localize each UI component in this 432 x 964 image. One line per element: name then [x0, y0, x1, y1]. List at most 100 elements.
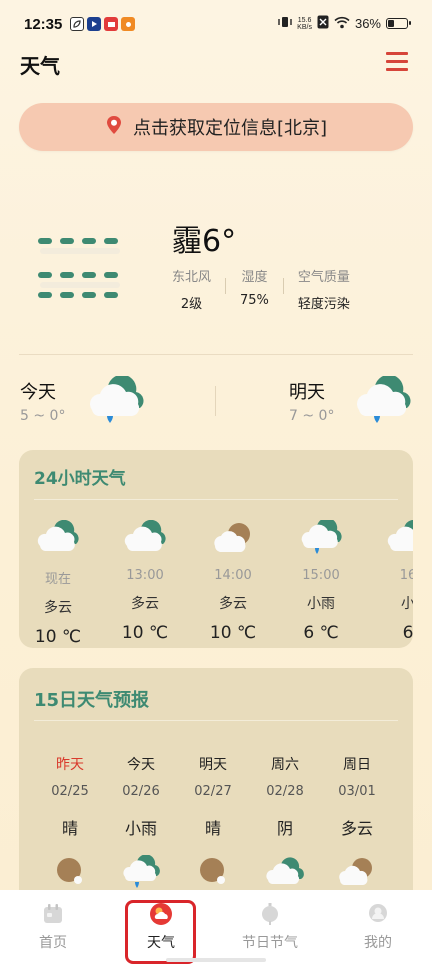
cloud-icon	[37, 520, 79, 551]
overcast-icon	[266, 857, 304, 884]
forecast-day-name: 周日	[343, 757, 371, 773]
nav-item-festival[interactable]: 节日节气	[225, 902, 315, 952]
tomorrow-block[interactable]: 明天 7 ~ 0°	[289, 370, 432, 440]
nav-label-festival: 节日节气	[242, 935, 298, 951]
play-app-icon	[87, 17, 101, 31]
card-divider	[34, 499, 398, 500]
hour-item[interactable]: 16 小 6	[373, 520, 413, 643]
nav-label-home: 首页	[39, 935, 67, 951]
light-rain-icon	[123, 855, 160, 888]
forecast-day-date: 02/27	[194, 784, 232, 799]
hour-temp: 10 ℃	[121, 623, 169, 643]
air-quality-value: 轻度污染	[297, 297, 350, 312]
wind-value: 2级	[180, 297, 203, 312]
wind-label: 东北风	[172, 270, 212, 285]
hour-time: 16	[399, 568, 413, 583]
hour-condition: 小	[401, 596, 413, 612]
forecast-day[interactable]: 昨天 02/25 晴	[38, 754, 102, 889]
status-app-icons	[70, 17, 135, 31]
orange-app-icon	[121, 17, 135, 31]
tomorrow-name: 明天	[289, 382, 325, 403]
partly-cloudy-icon	[339, 858, 372, 885]
calendar-icon	[44, 904, 62, 923]
vibrate-icon	[278, 15, 292, 32]
current-condition-temp: 霾6°	[172, 224, 237, 259]
forecast-day[interactable]: 今天 02/26 小雨	[109, 754, 173, 889]
hour-condition: 多云	[219, 596, 247, 612]
forecast-day-date: 02/28	[266, 784, 304, 799]
sunny-icon	[57, 858, 82, 884]
forecast-day-name: 周六	[271, 757, 299, 773]
today-tomorrow-row: 今天 5 ~ 0° 明天 7 ~ 0°	[0, 370, 432, 440]
humidity-label: 湿度	[241, 270, 268, 285]
nav-item-home[interactable]: 首页	[8, 902, 98, 952]
wifi-icon	[334, 16, 350, 32]
battery-icon	[386, 18, 411, 29]
forecast-day-condition: 小雨	[124, 819, 157, 838]
red-app-icon	[104, 17, 118, 31]
wind-detail: 东北风 2级	[172, 266, 211, 312]
hour-item[interactable]: 现在 多云 10 ℃	[23, 520, 93, 647]
hour-item[interactable]: 14:00 多云 10 ℃	[198, 520, 268, 643]
user-icon	[369, 904, 387, 922]
forecast-day-date: 03/01	[338, 784, 376, 799]
forecast-day-condition: 晴	[61, 819, 78, 838]
partly-cloudy-icon	[214, 523, 250, 552]
today-range: 5 ~ 0°	[20, 408, 66, 424]
detail-divider	[225, 278, 227, 294]
forecast-day[interactable]: 周日 03/01 多云	[325, 754, 389, 889]
lantern-icon	[262, 903, 278, 925]
bottom-nav: 首页 天气 节日节气 我的	[0, 890, 432, 964]
network-speed: 15.6 KB/s	[297, 17, 312, 31]
page-title: 天气	[20, 54, 60, 78]
highlight-annotation	[125, 900, 196, 964]
sim-icon	[317, 15, 329, 32]
nav-label-mine: 我的	[364, 935, 392, 951]
location-pin-icon	[105, 115, 123, 140]
hour-temp: 6 ℃	[303, 623, 339, 643]
menu-icon[interactable]	[386, 52, 408, 71]
tomorrow-range: 7 ~ 0°	[289, 408, 335, 424]
forecast-day[interactable]: 明天 02/27 晴	[181, 754, 245, 889]
hour-item[interactable]: 15:00 小雨 6 ℃	[286, 520, 356, 643]
app-header: 天气	[0, 46, 432, 82]
air-quality-detail: 空气质量 轻度污染	[298, 266, 350, 312]
today-block[interactable]: 今天 5 ~ 0°	[20, 370, 220, 440]
forecast-day-name: 明天	[199, 757, 227, 773]
card-divider	[34, 720, 398, 721]
current-details: 东北风 2级 湿度 75% 空气质量 轻度污染	[172, 266, 350, 312]
today-name: 今天	[20, 382, 56, 403]
hour-condition: 多云	[131, 596, 159, 612]
hour-time: 13:00	[126, 568, 164, 583]
forecast-day-date: 02/25	[51, 784, 89, 799]
sunny-icon	[200, 858, 225, 884]
forecast-day-condition: 多云	[340, 819, 373, 838]
nav-item-mine[interactable]: 我的	[333, 902, 423, 952]
get-location-button[interactable]: 点击获取定位信息[北京]	[19, 103, 413, 151]
hour-item[interactable]: 13:00 多云 10 ℃	[110, 520, 180, 643]
section-divider	[19, 354, 413, 355]
forecast-day-condition: 阴	[276, 819, 293, 838]
forecast-day-condition: 晴	[204, 819, 221, 838]
forecast15-card: 15日天气预报 昨天 02/25 晴 今天 02/26 小雨 明天 02/27 …	[19, 668, 413, 908]
humidity-detail: 湿度 75%	[240, 266, 269, 312]
light-rain-icon	[357, 376, 411, 423]
hourly-title: 24小时天气	[34, 469, 126, 489]
hour-temp: 6	[402, 623, 413, 643]
status-time: 12:35	[24, 16, 63, 33]
forecast-day[interactable]: 周六 02/28 阴	[253, 754, 317, 889]
forecast15-title: 15日天气预报	[34, 690, 150, 711]
air-quality-label: 空气质量	[297, 270, 350, 285]
home-indicator	[166, 958, 266, 962]
forecast-day-date: 02/26	[122, 784, 160, 799]
leaf-app-icon	[70, 17, 84, 31]
forecast-day-name: 今天	[127, 757, 155, 773]
location-label: 点击获取定位信息[北京]	[132, 118, 328, 139]
hour-time: 14:00	[214, 568, 252, 583]
humidity-value: 75%	[240, 293, 269, 308]
light-rain-icon	[301, 520, 342, 554]
hour-time: 15:00	[302, 568, 340, 583]
days-divider	[215, 386, 216, 416]
net-speed-value: 15.6	[297, 16, 312, 24]
detail-divider	[282, 278, 284, 294]
